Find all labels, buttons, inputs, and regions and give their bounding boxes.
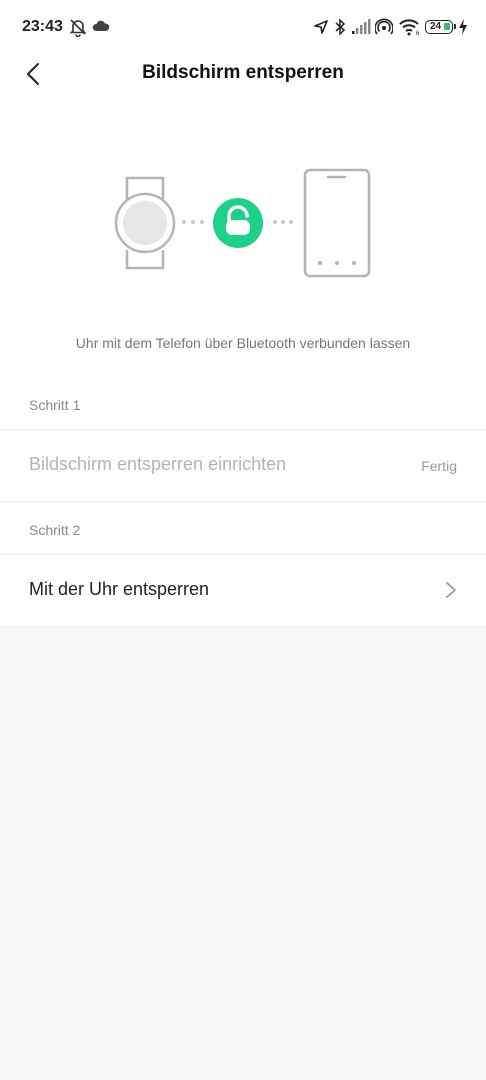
divider xyxy=(0,501,486,502)
bluetooth-caption: Uhr mit dem Telefon über Bluetooth verbu… xyxy=(75,335,411,351)
wifi-icon: 6 xyxy=(399,19,420,36)
watch-phone-illustration xyxy=(114,168,371,278)
page-title: Bildschirm entsperren xyxy=(142,62,344,83)
status-done: Fertig xyxy=(421,458,457,474)
connection-dots-right xyxy=(273,220,293,224)
section-step-2: Schritt 2 xyxy=(29,522,81,538)
cloud-icon xyxy=(92,20,110,31)
status-time: 23:43 xyxy=(22,18,63,35)
charging-icon xyxy=(459,19,467,35)
watch-icon xyxy=(114,176,176,270)
section-step-1: Schritt 1 xyxy=(29,397,81,413)
setup-unlock-label: Bildschirm entsperren einrichten xyxy=(29,454,287,474)
phone-icon xyxy=(303,168,371,278)
battery-icon: 24 xyxy=(425,20,456,34)
bluetooth-icon xyxy=(335,18,346,36)
chevron-right-icon xyxy=(446,582,456,598)
unlock-icon xyxy=(213,198,263,248)
signal-icon xyxy=(352,19,371,34)
connection-dots-left xyxy=(182,220,204,224)
unlock-with-watch-label: Mit der Uhr entsperren xyxy=(29,579,210,599)
alarm-off-icon xyxy=(69,19,87,37)
hotspot-icon xyxy=(375,18,393,35)
setup-unlock-row: Bildschirm entsperren einrichten Fertig xyxy=(0,430,486,500)
battery-level: 24 xyxy=(430,21,442,32)
unlock-with-watch-row[interactable]: Mit der Uhr entsperren xyxy=(0,555,486,625)
svg-text:6: 6 xyxy=(416,31,420,36)
status-bar: 23:43 6 24 xyxy=(0,0,486,56)
location-icon xyxy=(314,20,328,34)
header: Bildschirm entsperren xyxy=(0,56,486,92)
